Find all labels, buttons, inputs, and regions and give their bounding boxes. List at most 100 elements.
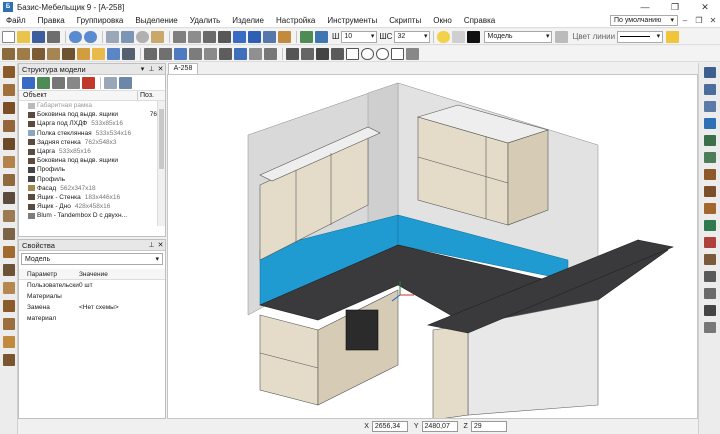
tree-row[interactable]: Габаритная рамка <box>19 101 165 110</box>
draw-arc-icon[interactable] <box>301 47 314 60</box>
layer-icon[interactable] <box>300 30 313 43</box>
delete-item-icon[interactable] <box>82 76 95 89</box>
cabinet-icon[interactable] <box>47 47 60 60</box>
trim-tool-icon[interactable] <box>249 47 262 60</box>
shs-select[interactable]: 32 ▾ <box>394 30 431 43</box>
report-icon[interactable] <box>704 67 716 78</box>
menu-edit[interactable]: Правка <box>32 14 71 28</box>
shelf-icon[interactable] <box>17 47 30 60</box>
view-side-icon[interactable] <box>203 30 216 43</box>
zoom-all-icon[interactable] <box>121 30 134 43</box>
redo-icon[interactable] <box>84 30 97 43</box>
drill-icon[interactable] <box>704 254 716 265</box>
light-bulb-icon[interactable] <box>437 30 451 43</box>
draw-line-icon[interactable] <box>286 47 299 60</box>
profile-tool-icon[interactable] <box>3 192 15 204</box>
properties-object-select[interactable]: Модель ▾ <box>21 253 163 265</box>
move-up-icon[interactable] <box>52 76 65 89</box>
preset-select[interactable]: По умолчанию ▾ <box>610 15 678 26</box>
menu-delete[interactable]: Удалить <box>184 14 227 28</box>
tree-row[interactable]: Ящик - Стенка 183x446x16 <box>19 193 165 202</box>
draw-chamfer-icon[interactable] <box>331 47 344 60</box>
draw-circle-icon[interactable] <box>361 47 374 60</box>
assembly-tool-icon[interactable] <box>3 354 15 366</box>
light-icon[interactable] <box>92 47 105 60</box>
menu-group[interactable]: Группировка <box>71 14 130 28</box>
doc-close-button[interactable]: ✕ <box>706 15 720 27</box>
open-folder-icon[interactable] <box>17 30 30 43</box>
body-tool-icon[interactable] <box>3 210 15 222</box>
doc-minimize-button[interactable]: – <box>678 15 692 27</box>
layer-select[interactable]: Модель ▾ <box>484 30 553 43</box>
document-tab[interactable]: А-258 <box>168 63 198 74</box>
column-object[interactable]: Объект <box>19 91 137 100</box>
menu-settings[interactable]: Настройка <box>270 14 321 28</box>
material-icon[interactable] <box>122 47 135 60</box>
move-down-icon[interactable] <box>67 76 80 89</box>
spec-icon[interactable] <box>704 84 716 95</box>
add-item-icon[interactable] <box>37 76 50 89</box>
frontal-panel-icon[interactable] <box>3 120 15 132</box>
panel-pin-button[interactable]: ⊥ <box>147 240 156 250</box>
layers-icon[interactable] <box>704 135 716 146</box>
tree-row[interactable]: Фасад 562x347x18 <box>19 184 165 193</box>
menu-tools[interactable]: Инструменты <box>321 14 383 28</box>
fitting-icon[interactable] <box>77 47 90 60</box>
zoom-window-icon[interactable] <box>106 30 119 43</box>
line-style-icon[interactable] <box>555 30 569 43</box>
array-tool-icon[interactable] <box>234 47 247 60</box>
tree-row[interactable]: Боковина под выдв. ящики <box>19 156 165 165</box>
collision-icon[interactable] <box>704 237 716 248</box>
texture-tool-icon[interactable] <box>3 336 15 348</box>
panel-icon[interactable] <box>2 47 15 60</box>
tree-row[interactable]: Blum - Tandembox D с двухн... <box>19 211 165 220</box>
dimension-icon[interactable] <box>704 271 716 282</box>
catalog-icon[interactable] <box>704 186 716 197</box>
scissors-icon[interactable] <box>704 288 716 299</box>
magnet-icon[interactable] <box>248 30 261 43</box>
mirror-tool-icon[interactable] <box>204 47 217 60</box>
estimate-icon[interactable] <box>704 118 716 129</box>
new-file-icon[interactable] <box>2 30 15 43</box>
sum-icon[interactable] <box>704 305 716 316</box>
select-tool-icon[interactable] <box>22 76 35 89</box>
menu-help[interactable]: Справка <box>458 14 501 28</box>
facade-icon[interactable] <box>62 47 75 60</box>
find-icon[interactable] <box>104 76 117 89</box>
tree-scrollbar[interactable] <box>157 101 165 226</box>
view-iso-icon[interactable] <box>218 30 231 43</box>
style-icon[interactable] <box>452 30 466 43</box>
draw-segment-icon[interactable] <box>316 47 329 60</box>
tree-row[interactable]: Полка стеклянная 533x534x16 <box>19 129 165 138</box>
x-coordinate-field[interactable]: 2656,34 <box>371 421 408 432</box>
draw-polygon-icon[interactable] <box>391 47 404 60</box>
edge-icon[interactable] <box>107 47 120 60</box>
minimize-button[interactable]: — <box>630 0 660 14</box>
pan-icon[interactable] <box>151 30 164 43</box>
ortho-icon[interactable] <box>263 30 276 43</box>
folder-icon[interactable] <box>666 30 680 43</box>
furniture-icon[interactable] <box>704 203 716 214</box>
viewport-3d[interactable] <box>167 74 698 419</box>
property-value[interactable]: 0 шт <box>79 280 165 291</box>
panel-close-button[interactable]: ✕ <box>156 240 165 250</box>
check-icon[interactable] <box>704 220 716 231</box>
vertical-panel-icon[interactable] <box>3 84 15 96</box>
close-button[interactable]: ✕ <box>690 0 720 14</box>
hole-tool-icon[interactable] <box>3 246 15 258</box>
draw-spline-icon[interactable] <box>406 47 419 60</box>
menu-product[interactable]: Изделие <box>226 14 270 28</box>
eye-icon[interactable] <box>119 76 132 89</box>
color-swatch-icon[interactable] <box>467 30 481 43</box>
panel-tool-icon[interactable] <box>3 66 15 78</box>
box-tool-icon[interactable] <box>3 138 15 150</box>
undo-icon[interactable] <box>69 30 82 43</box>
menu-select[interactable]: Выделение <box>129 14 183 28</box>
view-front-icon[interactable] <box>173 30 186 43</box>
property-row[interactable]: Пользовательски 0 шт <box>19 280 165 291</box>
grid-icon[interactable] <box>315 30 328 43</box>
export-icon[interactable] <box>704 322 716 333</box>
horizontal-panel-icon[interactable] <box>3 102 15 114</box>
menu-file[interactable]: Файл <box>0 14 32 28</box>
move-tool-icon[interactable] <box>174 47 187 60</box>
